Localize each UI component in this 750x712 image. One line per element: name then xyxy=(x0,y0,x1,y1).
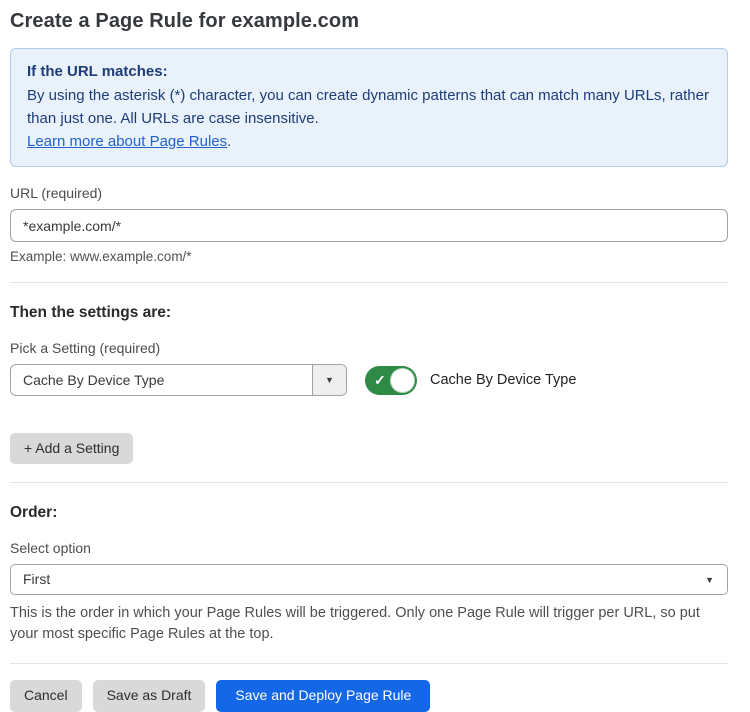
save-as-draft-button[interactable]: Save as Draft xyxy=(93,680,206,711)
divider-footer xyxy=(10,663,728,664)
info-box-heading: If the URL matches: xyxy=(27,60,711,83)
setting-dropdown-value: Cache By Device Type xyxy=(11,365,312,395)
save-and-deploy-button[interactable]: Save and Deploy Page Rule xyxy=(216,680,430,711)
check-icon: ✓ xyxy=(374,373,386,387)
divider-settings xyxy=(10,282,728,283)
order-helper-text: This is the order in which your Page Rul… xyxy=(10,603,728,645)
url-input[interactable] xyxy=(10,209,728,242)
setting-dropdown[interactable]: Cache By Device Type ▼ xyxy=(10,364,347,396)
add-setting-button[interactable]: + Add a Setting xyxy=(10,433,133,464)
url-example-helper: Example: www.example.com/* xyxy=(10,249,728,264)
cache-device-type-toggle[interactable]: ✓ xyxy=(365,366,417,395)
footer-actions: Cancel Save as Draft Save and Deploy Pag… xyxy=(10,680,728,711)
pick-setting-label: Pick a Setting (required) xyxy=(10,340,728,356)
chevron-down-icon: ▼ xyxy=(705,575,714,585)
page-title: Create a Page Rule for example.com xyxy=(10,10,728,33)
settings-section-heading: Then the settings are: xyxy=(10,304,728,322)
order-section-heading: Order: xyxy=(10,504,728,522)
url-field-label: URL (required) xyxy=(10,185,728,201)
divider-order xyxy=(10,482,728,483)
toggle-label: Cache By Device Type xyxy=(430,372,576,388)
page-rule-form: Create a Page Rule for example.com If th… xyxy=(10,10,728,712)
info-box-link-line: Learn more about Page Rules. xyxy=(27,130,711,153)
order-select-value: First xyxy=(11,565,727,594)
order-select[interactable]: First ▼ xyxy=(10,564,728,595)
learn-more-link[interactable]: Learn more about Page Rules xyxy=(27,133,227,150)
order-select-label: Select option xyxy=(10,540,728,556)
chevron-down-icon[interactable]: ▼ xyxy=(312,365,346,395)
cancel-button[interactable]: Cancel xyxy=(10,680,82,711)
link-period: . xyxy=(227,133,231,150)
toggle-knob xyxy=(390,368,415,393)
info-box-body: By using the asterisk (*) character, you… xyxy=(27,84,711,130)
url-match-info-box: If the URL matches: By using the asteris… xyxy=(10,48,728,167)
setting-row: Cache By Device Type ▼ ✓ Cache By Device… xyxy=(10,364,728,396)
